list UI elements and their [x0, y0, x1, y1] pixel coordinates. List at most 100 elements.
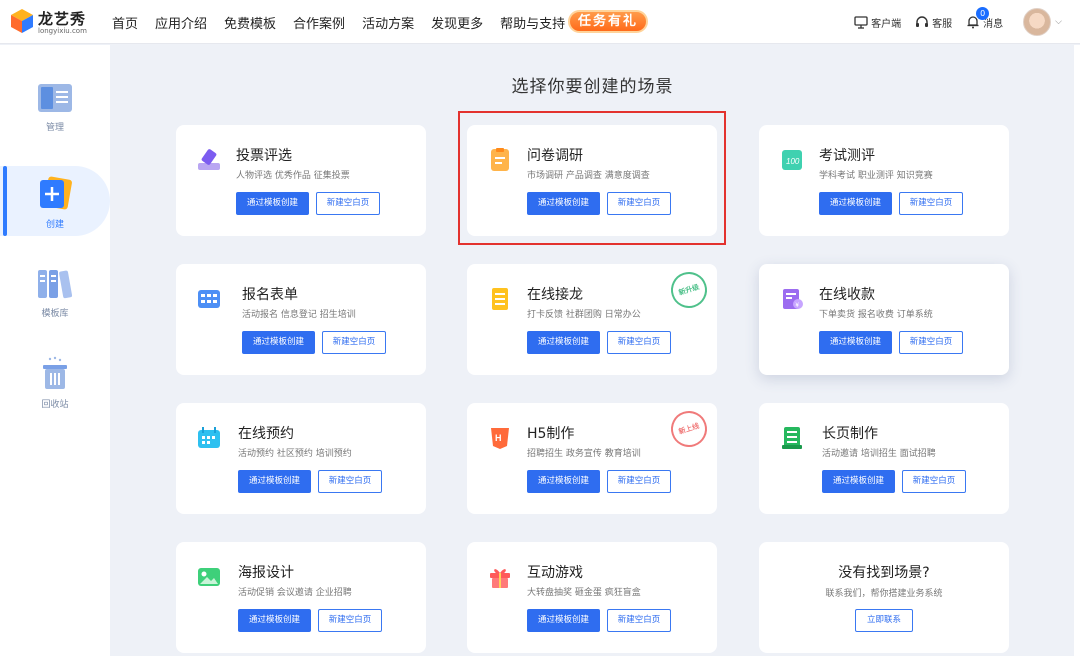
create-from-template-button[interactable]: 通过模板创建 — [527, 609, 600, 632]
create-from-template-button[interactable]: 通过模板创建 — [242, 331, 315, 354]
card-desc: 活动预约 社区预约 培训预约 — [238, 449, 352, 459]
scene-card-booking[interactable]: 在线预约 活动预约 社区预约 培训预约 通过模板创建 新建空白页 — [176, 403, 426, 514]
card-desc: 学科考试 职业测评 知识竞赛 — [819, 171, 933, 181]
scene-card-games[interactable]: 互动游戏 大转盘抽奖 砸金蛋 疯狂盲盒 通过模板创建 新建空白页 — [467, 542, 717, 653]
page-title: 选择你要创建的场景 — [511, 77, 674, 97]
nav-discover[interactable]: 发现更多 — [431, 13, 483, 32]
create-blank-button[interactable]: 新建空白页 — [607, 609, 671, 632]
brand-domain: longyixiu.com — [38, 27, 87, 35]
create-from-template-button[interactable]: 通过模板创建 — [527, 331, 600, 354]
headset-icon — [916, 16, 929, 27]
create-blank-button[interactable]: 新建空白页 — [902, 470, 966, 493]
scene-card-h5[interactable]: H H5制作 招聘招生 政务宣传 教育培训 通过模板创建 新建空白页 新上线 — [467, 403, 717, 514]
upgraded-stamp: 新升级 — [666, 267, 712, 313]
messages-button[interactable]: 0 消息 — [966, 6, 1003, 30]
scene-card-contact: 没有找到场景? 联系我们，帮你搭建业务系统 立即联系 — [759, 542, 1009, 653]
nav-home[interactable]: 首页 — [112, 13, 138, 32]
create-from-template-button[interactable]: 通过模板创建 — [822, 470, 895, 493]
scene-card-signup-form[interactable]: 报名表单 活动报名 信息登记 招生培训 通过模板创建 新建空白页 — [176, 264, 426, 375]
form-grid-icon — [198, 290, 220, 308]
scene-card-long-page[interactable]: 长页制作 活动邀请 培训招生 面试招聘 通过模板创建 新建空白页 — [759, 403, 1009, 514]
create-blank-button[interactable]: 新建空白页 — [607, 331, 671, 354]
card-desc: 活动邀请 培训招生 面试招聘 — [822, 449, 936, 459]
card-title: 在线接龙 — [527, 287, 583, 303]
h5-icon: H — [491, 428, 509, 449]
card-desc: 招聘招生 政务宣传 教育培训 — [527, 449, 641, 459]
payment-receipt-icon: ¥ — [783, 289, 803, 309]
brand-name: 龙艺秀 — [38, 10, 87, 28]
card-title: 在线收款 — [819, 287, 875, 303]
nav-cases[interactable]: 合作案例 — [293, 13, 345, 32]
create-from-template-button[interactable]: 通过模板创建 — [238, 609, 311, 632]
card-title: 考试测评 — [819, 148, 875, 164]
sidebar-active-indicator — [3, 166, 7, 236]
create-blank-button[interactable]: 新建空白页 — [899, 331, 963, 354]
sidebar-item-recycle[interactable]: 回收站 — [0, 356, 110, 411]
sidebar-label-create: 创建 — [45, 220, 64, 230]
brand-logo[interactable]: 龙艺秀 longyixiu.com — [10, 5, 100, 39]
card-title: 长页制作 — [822, 426, 878, 442]
sidebar: 管理 创建 模板库 回收站 — [0, 45, 110, 656]
nav-activity-plans[interactable]: 活动方案 — [362, 13, 414, 32]
manage-icon — [38, 84, 72, 112]
card-desc: 活动促销 会议邀请 企业招聘 — [238, 588, 352, 598]
scene-card-exam[interactable]: 100 考试测评 学科考试 职业测评 知识竞赛 通过模板创建 新建空白页 — [759, 125, 1009, 236]
voting-icon — [198, 149, 220, 170]
task-reward-button[interactable]: 任务有礼 — [568, 10, 648, 33]
nav-help[interactable]: 帮助与支持 — [500, 13, 565, 32]
logo-cube-icon — [11, 9, 33, 33]
top-header: 龙艺秀 longyixiu.com 首页 应用介绍 免费模板 合作案例 活动方案… — [0, 0, 1080, 44]
card-desc: 打卡反馈 社群团购 日常办公 — [527, 310, 641, 320]
no-scene-title: 没有找到场景? — [838, 565, 930, 581]
chevron-down-icon[interactable]: ⌵ — [1055, 17, 1062, 27]
scene-card-payment[interactable]: ¥ 在线收款 下单卖货 报名收费 订单系统 通过模板创建 新建空白页 — [759, 264, 1009, 375]
create-from-template-button[interactable]: 通过模板创建 — [238, 470, 311, 493]
create-from-template-button[interactable]: 通过模板创建 — [527, 470, 600, 493]
card-title: 投票评选 — [236, 148, 292, 164]
card-desc: 大转盘抽奖 砸金蛋 疯狂盲盒 — [527, 588, 641, 598]
sidebar-item-templates[interactable]: 模板库 — [0, 269, 110, 319]
client-button[interactable]: 客户端 — [854, 15, 901, 30]
card-title: 报名表单 — [242, 287, 298, 303]
nav-free-templates[interactable]: 免费模板 — [224, 13, 276, 32]
service-label: 客服 — [932, 18, 953, 30]
sidebar-label-templates: 模板库 — [41, 309, 69, 319]
scene-card-poster[interactable]: 海报设计 活动促销 会议邀请 企业招聘 通过模板创建 新建空白页 — [176, 542, 426, 653]
card-title: H5制作 — [527, 426, 575, 442]
gift-icon — [490, 569, 510, 588]
sidebar-item-manage[interactable]: 管理 — [0, 83, 110, 143]
create-blank-button[interactable]: 新建空白页 — [322, 331, 386, 354]
create-blank-button[interactable]: 新建空白页 — [607, 470, 671, 493]
new-launch-stamp: 新上线 — [666, 406, 712, 452]
contact-now-button[interactable]: 立即联系 — [855, 609, 913, 632]
long-page-icon — [782, 427, 802, 449]
create-blank-button[interactable]: 新建空白页 — [316, 192, 380, 215]
create-from-template-button[interactable]: 通过模板创建 — [236, 192, 309, 215]
svg-text:100: 100 — [786, 157, 800, 166]
create-blank-button[interactable]: 新建空白页 — [318, 470, 382, 493]
no-scene-desc: 联系我们，帮你搭建业务系统 — [825, 589, 943, 599]
create-blank-button[interactable]: 新建空白页 — [899, 192, 963, 215]
create-from-template-button[interactable]: 通过模板创建 — [819, 331, 892, 354]
card-desc: 人物评选 优秀作品 征集投票 — [236, 171, 350, 181]
svg-text:H: H — [495, 433, 502, 443]
calendar-icon — [198, 427, 220, 448]
monitor-icon — [854, 15, 868, 29]
user-avatar[interactable] — [1023, 8, 1052, 36]
create-from-template-button[interactable]: 通过模板创建 — [819, 192, 892, 215]
scene-card-relay[interactable]: 在线接龙 打卡反馈 社群团购 日常办公 通过模板创建 新建空白页 新升级 — [467, 264, 717, 375]
message-count-badge: 0 — [976, 6, 990, 20]
nav-app-intro[interactable]: 应用介绍 — [155, 13, 207, 32]
trash-icon — [43, 356, 67, 389]
header-tools: 客户端 客服 0 消息 ⌵ — [840, 0, 1062, 44]
create-blank-button[interactable]: 新建空白页 — [318, 609, 382, 632]
scene-card-voting[interactable]: 投票评选 人物评选 优秀作品 征集投票 通过模板创建 新建空白页 — [176, 125, 426, 236]
exam-icon: 100 — [782, 150, 802, 170]
sidebar-item-create[interactable]: 创建 — [0, 166, 110, 236]
service-button[interactable]: 客服 — [915, 15, 952, 30]
scrollbar[interactable] — [1074, 45, 1080, 656]
sidebar-label-manage: 管理 — [45, 123, 64, 133]
card-desc: 下单卖货 报名收费 订单系统 — [819, 310, 933, 320]
card-title: 互动游戏 — [527, 565, 583, 581]
main-nav: 首页 应用介绍 免费模板 合作案例 活动方案 发现更多 帮助与支持 — [112, 0, 582, 44]
